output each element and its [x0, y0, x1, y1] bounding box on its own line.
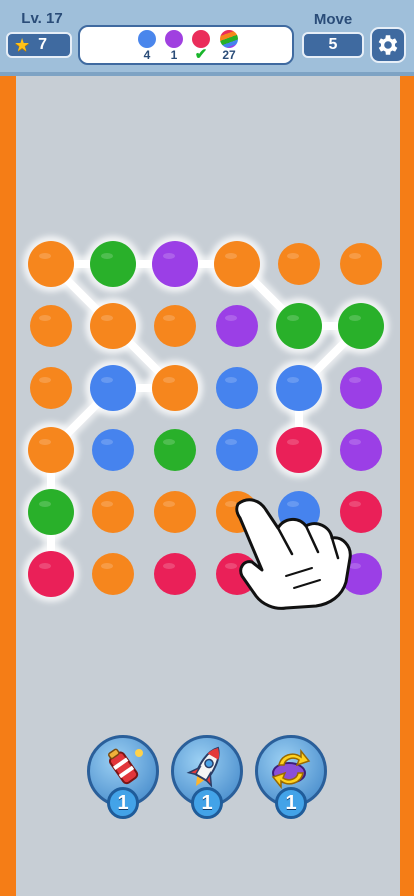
- dot-blue-r3-c1[interactable]: [92, 429, 134, 471]
- dot-orange-r0-c4[interactable]: [278, 243, 320, 285]
- booster-firecracker[interactable]: 1: [87, 735, 159, 823]
- dot-orange-r2-c0[interactable]: [30, 367, 72, 409]
- dot-shine: [349, 501, 361, 507]
- goal-count-purple: 1: [170, 48, 178, 62]
- goal-purple: 1: [161, 30, 187, 62]
- dot-orange-r2-c2[interactable]: [152, 365, 198, 411]
- dot-shine: [163, 315, 175, 321]
- dot-shine: [101, 315, 113, 321]
- dot-green-r1-c5[interactable]: [338, 303, 384, 349]
- dot-orange-r3-c0[interactable]: [28, 427, 74, 473]
- dot-orange-r4-c2[interactable]: [154, 491, 196, 533]
- dot-shine: [225, 253, 237, 259]
- dot-purple-r1-c3[interactable]: [216, 305, 258, 347]
- booster-rocket-count: 1: [191, 787, 223, 819]
- dot-shine: [39, 253, 51, 259]
- level-label: Lv. 17: [21, 10, 63, 27]
- dot-shine: [163, 563, 175, 569]
- dot-shine: [287, 315, 299, 321]
- dot-orange-r0-c5[interactable]: [340, 243, 382, 285]
- dot-shine: [101, 253, 113, 259]
- booster-shuffle[interactable]: 1: [255, 735, 327, 823]
- dot-shine: [349, 439, 361, 445]
- dot-orange-r5-c1[interactable]: [92, 553, 134, 595]
- dot-shine: [287, 377, 299, 383]
- goal-red: ✔: [188, 30, 214, 62]
- goal-dot-purple: [165, 30, 183, 48]
- dot-blue-r2-c1[interactable]: [90, 365, 136, 411]
- dot-orange-r1-c1[interactable]: [90, 303, 136, 349]
- dot-green-r4-c0[interactable]: [28, 489, 74, 535]
- booster-rocket[interactable]: 1: [171, 735, 243, 823]
- dot-green-r1-c4[interactable]: [276, 303, 322, 349]
- dot-blue-r2-c4[interactable]: [276, 365, 322, 411]
- star-icon: ★: [14, 35, 31, 55]
- dot-shine: [39, 501, 51, 507]
- booster-firecracker-count: 1: [107, 787, 139, 819]
- dot-shine: [163, 501, 175, 507]
- dot-shine: [101, 563, 113, 569]
- stars-counter: ★ 7: [6, 32, 72, 58]
- settings-button[interactable]: [370, 27, 406, 63]
- dot-purple-r3-c5[interactable]: [340, 429, 382, 471]
- dot-orange-r0-c0[interactable]: [28, 241, 74, 287]
- dot-shine: [163, 377, 175, 383]
- dot-orange-r0-c3[interactable]: [214, 241, 260, 287]
- dot-shine: [39, 377, 51, 383]
- goal-count-blue: 4: [143, 48, 151, 62]
- dot-shine: [287, 253, 299, 259]
- dot-orange-r1-c2[interactable]: [154, 305, 196, 347]
- dot-shine: [225, 377, 237, 383]
- goals-panel: 4 1 ✔ 27: [78, 25, 294, 65]
- dot-blue-r2-c3[interactable]: [216, 367, 258, 409]
- moves-count: 5: [302, 32, 364, 58]
- booster-shuffle-count: 1: [275, 787, 307, 819]
- stars-count: 7: [38, 36, 48, 53]
- top-bar: Lv. 17 ★ 7 4 1 ✔ 27 Move 5: [0, 0, 414, 76]
- dot-green-r3-c2[interactable]: [154, 429, 196, 471]
- dot-shine: [39, 563, 51, 569]
- dot-shine: [39, 439, 51, 445]
- dot-shine: [349, 253, 361, 259]
- dot-purple-r0-c2[interactable]: [152, 241, 198, 287]
- dot-shine: [101, 439, 113, 445]
- dot-shine: [39, 315, 51, 321]
- dot-shine: [101, 501, 113, 507]
- dot-shine: [225, 501, 237, 507]
- dot-shine: [225, 563, 237, 569]
- dot-purple-r2-c5[interactable]: [340, 367, 382, 409]
- gear-icon: [378, 35, 398, 55]
- goal-blue: 4: [134, 30, 160, 62]
- dot-orange-r4-c1[interactable]: [92, 491, 134, 533]
- check-icon: ✔: [194, 46, 208, 63]
- goal-dot-rainbow: [220, 30, 238, 48]
- goal-dot-blue: [138, 30, 156, 48]
- firecracker-icon: [108, 748, 143, 785]
- dot-red-r4-c5[interactable]: [340, 491, 382, 533]
- dot-shine: [163, 253, 175, 259]
- dot-blue-r3-c3[interactable]: [216, 429, 258, 471]
- dot-shine: [287, 439, 299, 445]
- dot-orange-r1-c0[interactable]: [30, 305, 72, 347]
- dot-shine: [225, 439, 237, 445]
- goal-count-rainbow: 27: [222, 48, 236, 62]
- rocket-icon: [186, 746, 220, 788]
- dot-shine: [287, 501, 299, 507]
- dot-shine: [163, 439, 175, 445]
- move-label: Move: [313, 11, 353, 28]
- dot-red-r5-c2[interactable]: [154, 553, 196, 595]
- dot-shine: [349, 377, 361, 383]
- dot-shine: [349, 563, 361, 569]
- dot-shine: [349, 315, 361, 321]
- dot-green-r0-c1[interactable]: [90, 241, 136, 287]
- shuffle-icon: [271, 748, 311, 790]
- dot-shine: [101, 377, 113, 383]
- goal-rainbow: 27: [216, 30, 242, 62]
- dot-red-r5-c0[interactable]: [28, 551, 74, 597]
- dot-red-r3-c4[interactable]: [276, 427, 322, 473]
- dot-shine: [225, 315, 237, 321]
